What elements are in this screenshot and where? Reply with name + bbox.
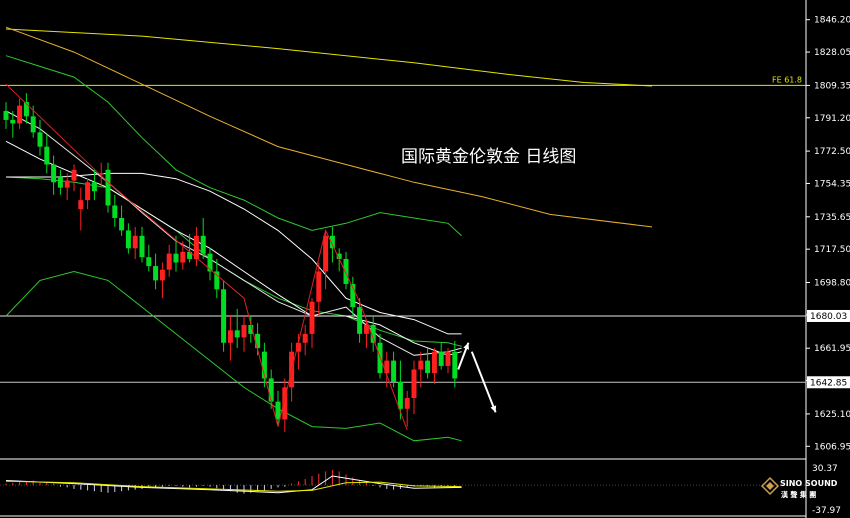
indicator-panel: 30.37 -37.97 (0, 464, 841, 516)
price-label: 1680.03 (810, 312, 847, 322)
candle-body (418, 360, 424, 370)
chart-title: 国际黄金伦敦金 日线图 (401, 147, 576, 167)
candle-body (391, 360, 397, 383)
candle-body (357, 307, 363, 334)
sino-sound-logo: SINO SOUND 漢 聲 集 團 (760, 476, 838, 499)
price-tick-label: 1754.35 (814, 179, 850, 189)
logo-name: SINO SOUND (780, 479, 838, 488)
level-label: FE 61.8 (772, 75, 802, 84)
candle-body (180, 251, 186, 263)
candle-body (44, 146, 50, 165)
candle-body (275, 401, 281, 420)
moving-average-line (5, 26, 653, 228)
candle-body (241, 324, 247, 338)
candle-body (268, 378, 274, 402)
candle-body (10, 119, 16, 124)
candle-body (153, 266, 159, 281)
candle-body (404, 398, 410, 409)
bollinger-middle (5, 176, 462, 347)
candle-body (112, 205, 118, 218)
price-tick-label: 1791.20 (814, 114, 850, 124)
candle-body (173, 253, 179, 263)
candle-body (425, 360, 431, 374)
candle-body (411, 369, 417, 399)
candle-body (234, 330, 240, 338)
indicator-tick-label: -37.97 (812, 506, 841, 516)
price-tick-label: 1661.95 (814, 344, 850, 354)
price-tick-label: 1828.05 (814, 48, 850, 58)
candle-body (255, 333, 261, 349)
moving-average-line (5, 110, 462, 356)
candle-body (64, 180, 70, 188)
price-label: 1642.85 (810, 378, 847, 388)
candle-body (78, 200, 84, 210)
candle-body (363, 324, 369, 334)
price-tick-label: 1698.80 (814, 279, 850, 289)
bollinger-upper (5, 55, 462, 237)
candle-body (316, 271, 322, 302)
candle-body (105, 169, 111, 206)
candle-body (159, 269, 165, 281)
candle-body (132, 235, 138, 249)
candle-body (302, 333, 308, 343)
candle-body (200, 235, 206, 254)
indicator-tick-label: 30.37 (812, 464, 838, 474)
logo-emblem-inner (766, 482, 774, 490)
price-tick-label: 1809.35 (814, 81, 850, 91)
candle-body (397, 382, 403, 409)
price-tick-label: 1735.65 (814, 213, 850, 223)
price-tick-label: 1846.20 (814, 16, 850, 26)
price-tick-label: 1717.50 (814, 245, 850, 255)
candle-body (71, 169, 77, 181)
candle-body (452, 351, 458, 379)
candle-body (221, 289, 227, 343)
candle-body (343, 258, 349, 284)
candle-body (445, 351, 451, 366)
candle-body (85, 182, 91, 201)
logo-subname: 漢 聲 集 團 (781, 490, 816, 499)
price-tick-label: 1772.50 (814, 147, 850, 157)
candle-body (37, 132, 43, 147)
candle-body (119, 217, 125, 231)
chart-canvas: 1846.20 1828.05 1809.35 1791.20 1772.50 1754.… (0, 0, 850, 518)
moving-averages (5, 26, 653, 356)
candle-body (309, 301, 315, 334)
price-tick-label: 1606.95 (814, 442, 850, 452)
moving-average-line (6, 172, 462, 335)
candle-body (431, 351, 437, 374)
moving-average-line (5, 28, 653, 87)
candle-body (146, 257, 152, 267)
candle-body (227, 330, 233, 343)
candle-body (438, 351, 444, 366)
candle-body (166, 253, 172, 270)
candle-body (17, 105, 23, 124)
candle-body (139, 235, 145, 258)
candle-body (57, 176, 63, 188)
candle-body (125, 230, 131, 249)
candle-body (30, 116, 36, 133)
candle-body (323, 235, 329, 272)
candle-body (91, 182, 97, 192)
forecast-arrows (457, 342, 497, 413)
candle-body (51, 164, 57, 183)
price-tick-label: 1625.10 (814, 410, 850, 420)
candle-body (3, 110, 9, 120)
